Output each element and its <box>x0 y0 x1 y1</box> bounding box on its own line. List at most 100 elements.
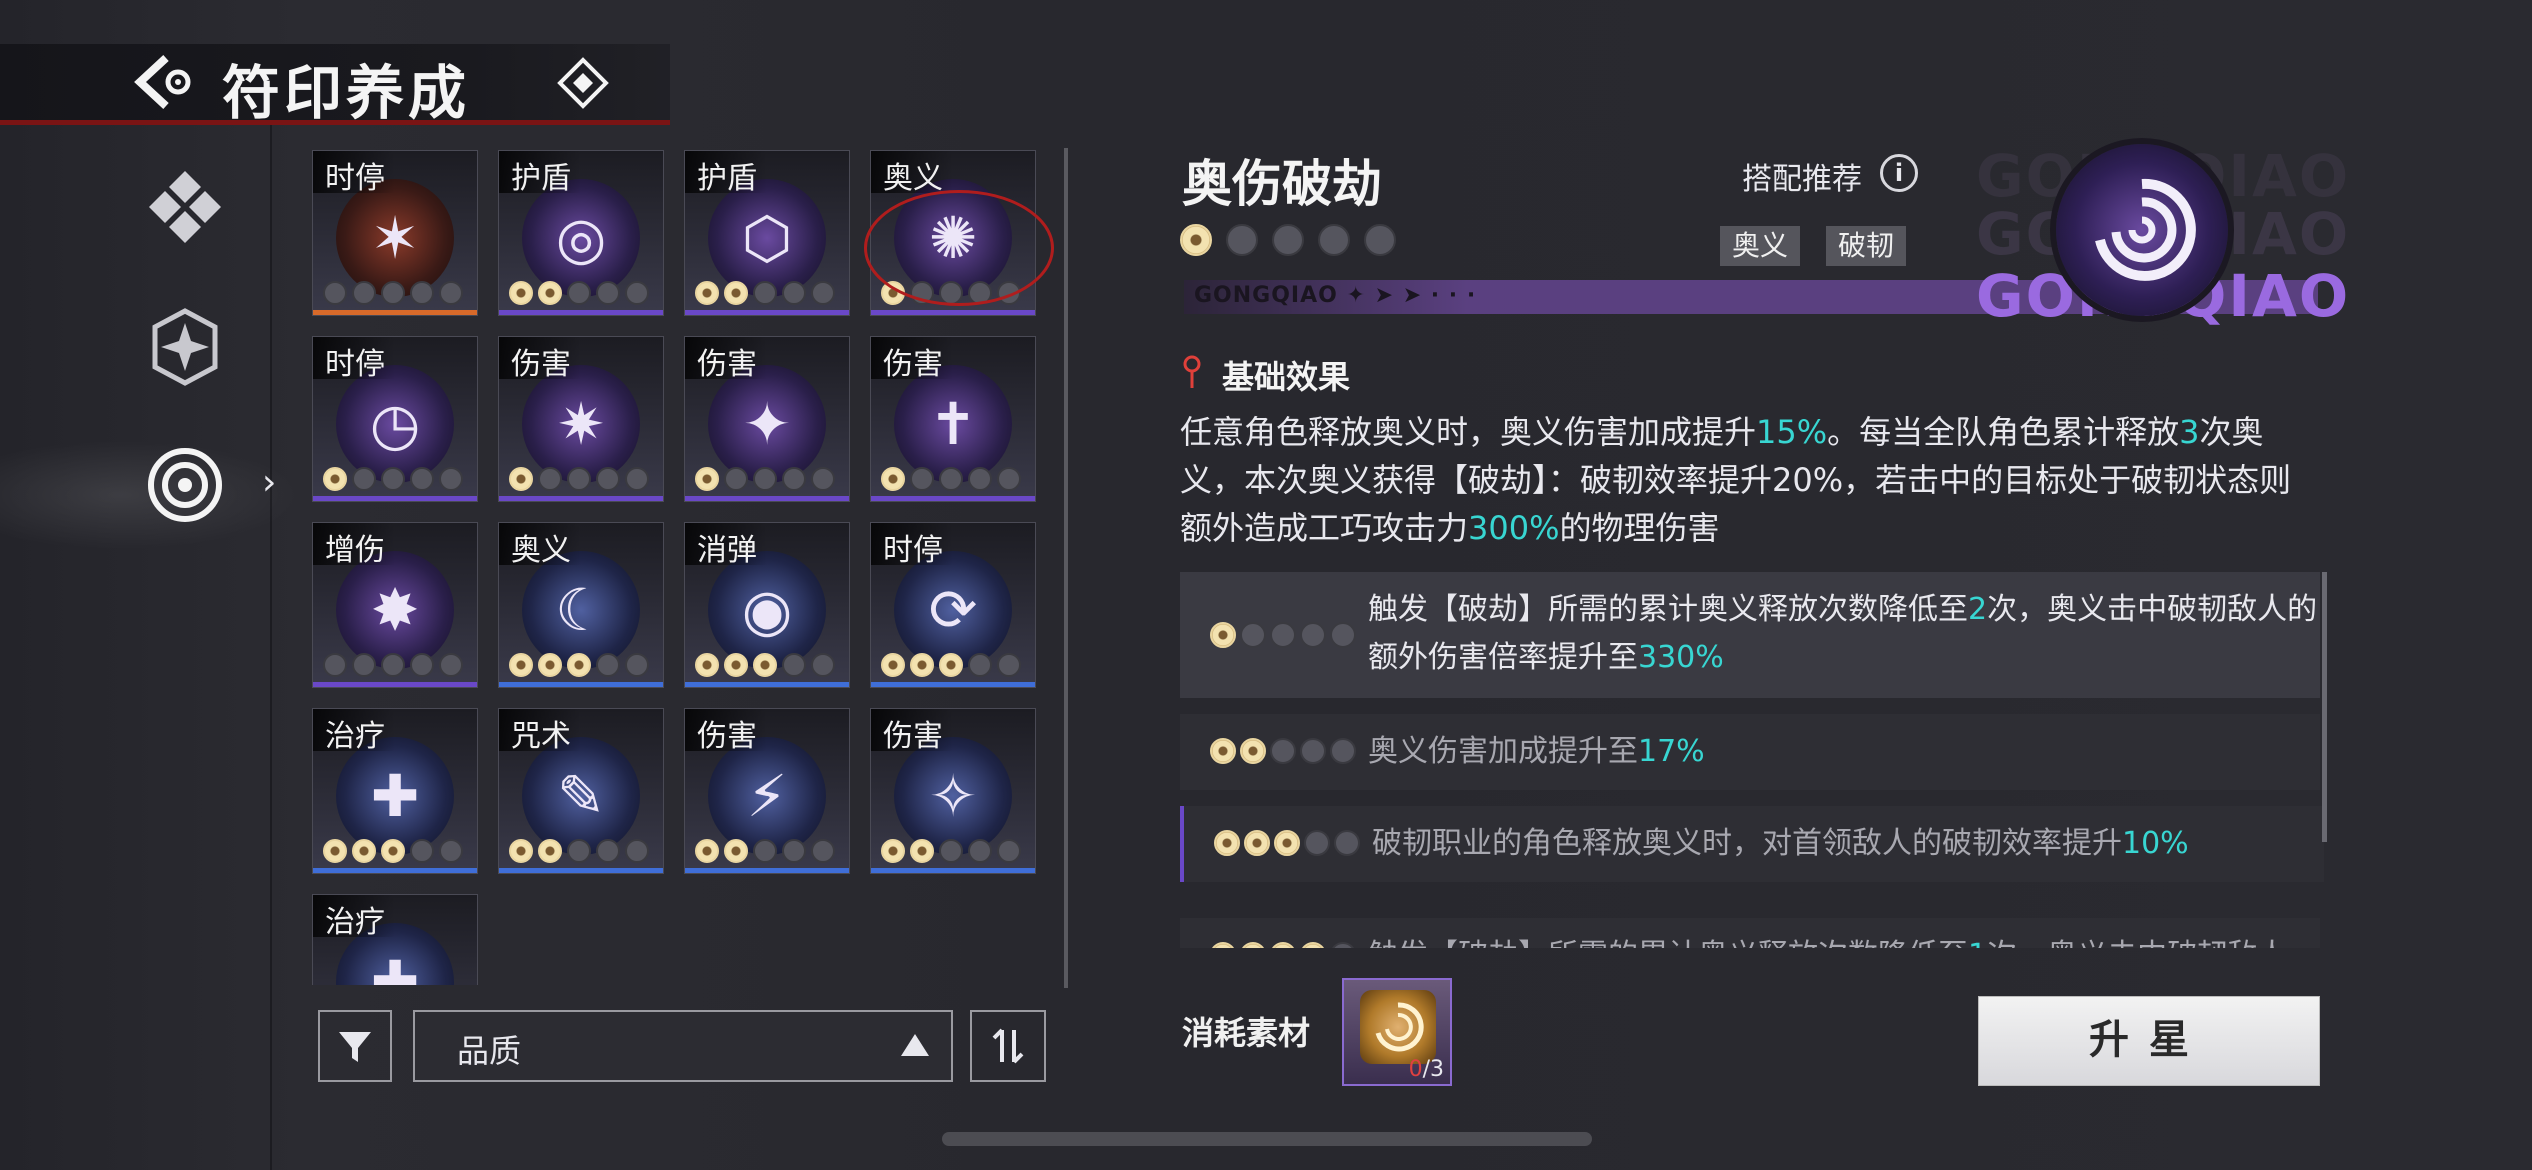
star-empty-icon <box>968 839 992 863</box>
rarity-bar <box>685 310 849 315</box>
star-empty-icon <box>410 467 434 491</box>
level-list[interactable]: 触发【破劫】所需的累计奥义释放次数降低至2次，奥义击中破韧敌人的额外伤害倍率提升… <box>1180 572 2324 948</box>
seal-icon: ◷ <box>336 365 454 483</box>
filter-button[interactable] <box>318 1010 392 1082</box>
star-filled-icon <box>538 653 562 677</box>
swirl-icon <box>1375 1002 1424 1052</box>
star-filled-icon <box>509 467 533 491</box>
seal-icon: ⬡ <box>708 179 826 297</box>
level-scrollbar[interactable] <box>2322 572 2327 842</box>
star-rating <box>509 653 649 677</box>
seal-card[interactable]: ◉ 消弹 <box>684 522 850 688</box>
seal-card[interactable]: ◎ 护盾 <box>498 150 664 316</box>
star-empty-icon <box>1272 224 1304 256</box>
sort-order-button[interactable] <box>970 1010 1046 1082</box>
seal-icon: ✝ <box>894 365 1012 483</box>
star-empty-icon <box>439 467 463 491</box>
star-empty-icon <box>753 467 777 491</box>
star-filled-icon <box>1214 830 1240 856</box>
star-empty-icon <box>410 653 434 677</box>
seal-card[interactable]: ✷ 伤害 <box>498 336 664 502</box>
compass-star-icon <box>152 308 218 386</box>
star-filled-icon <box>352 839 376 863</box>
star-filled-icon <box>881 839 905 863</box>
star-filled-icon <box>381 839 405 863</box>
seal-card[interactable]: ⟳ 时停 <box>870 522 1036 688</box>
info-icon[interactable]: i <box>1880 154 1918 192</box>
star-filled-icon <box>1240 942 1266 948</box>
seal-icon: ✶ <box>336 179 454 297</box>
seal-card[interactable]: ✎ 咒术 <box>498 708 664 874</box>
back-button[interactable] <box>128 52 198 112</box>
star-filled-icon <box>724 653 748 677</box>
star-empty-icon <box>567 467 591 491</box>
seal-card[interactable]: ✚ 治疗 <box>312 894 478 985</box>
seal-card[interactable]: ✧ 伤害 <box>870 708 1036 874</box>
seal-category: 伤害 <box>685 337 767 382</box>
star-empty-icon <box>939 839 963 863</box>
section-title: 基础效果 <box>1222 358 1351 396</box>
level-row: 奥义伤害加成提升至17% <box>1180 714 2320 790</box>
star-filled-icon <box>1210 622 1236 648</box>
back-icon <box>134 55 191 109</box>
star-rating <box>695 653 835 677</box>
star-filled-icon <box>695 653 719 677</box>
sort-arrows-icon <box>992 1028 1024 1064</box>
star-filled-icon <box>1270 942 1296 948</box>
seal-category: 护盾 <box>499 151 581 196</box>
star-empty-icon <box>410 839 434 863</box>
seal-category: 伤害 <box>685 709 767 754</box>
seal-card[interactable]: ✦ 伤害 <box>684 336 850 502</box>
star-filled-icon <box>323 839 347 863</box>
seal-icon: ✷ <box>522 365 640 483</box>
star-filled-icon <box>910 839 934 863</box>
upgrade-star-button[interactable]: 升星 <box>1978 996 2320 1086</box>
sort-dropdown[interactable]: 品质 <box>413 1010 953 1082</box>
seal-category: 护盾 <box>685 151 767 196</box>
star-empty-icon <box>997 839 1021 863</box>
star-empty-icon <box>1330 942 1356 948</box>
nav-item-seals[interactable] <box>140 440 230 530</box>
star-filled-icon <box>881 653 905 677</box>
seal-card[interactable]: ◷ 时停 <box>312 336 478 502</box>
star-empty-icon <box>1330 622 1356 648</box>
nav-item-compass[interactable] <box>140 302 230 392</box>
star-rating <box>509 467 649 491</box>
seal-card[interactable]: ⚡ 伤害 <box>684 708 850 874</box>
material-slot[interactable]: 0/3 <box>1342 978 1452 1086</box>
star-rating <box>509 281 649 305</box>
swirl-icon <box>2095 178 2196 281</box>
star-empty-icon <box>968 653 992 677</box>
seal-card[interactable]: ✚ 治疗 <box>312 708 478 874</box>
seal-card[interactable]: ✝ 伤害 <box>870 336 1036 502</box>
star-empty-icon <box>1364 224 1396 256</box>
grid-scrollbar[interactable] <box>1064 148 1068 988</box>
seal-card[interactable]: ⬡ 护盾 <box>684 150 850 316</box>
seal-card[interactable]: ☾ 奥义 <box>498 522 664 688</box>
star-filled-icon <box>910 653 934 677</box>
seal-card[interactable]: ✸ 增伤 <box>312 522 478 688</box>
help-button[interactable] <box>556 56 610 110</box>
star-empty-icon <box>939 467 963 491</box>
seal-category: 时停 <box>313 151 395 196</box>
rarity-bar <box>871 868 1035 873</box>
star-rating <box>1210 738 1356 764</box>
star-filled-icon <box>1244 830 1270 856</box>
material-icon <box>1360 990 1436 1064</box>
star-empty-icon <box>910 467 934 491</box>
star-filled-icon <box>724 839 748 863</box>
nav-item-fragments[interactable] <box>140 162 230 252</box>
star-rating <box>323 839 463 863</box>
seal-card[interactable]: ✶ 时停 <box>312 150 478 316</box>
level-effect-text: 触发【破劫】所需的累计奥义释放次数降低至2次，奥义击中破韧敌人的额外伤害倍率提升… <box>1368 592 2318 675</box>
star-empty-icon <box>811 653 835 677</box>
rarity-bar <box>871 310 1035 315</box>
level-effect-text: 破韧职业的角色释放奥义时，对首领敌人的破韧效率提升10% <box>1372 826 2189 861</box>
star-rating <box>695 281 835 305</box>
material-count: 0/3 <box>1408 1057 1444 1082</box>
star-empty-icon <box>782 653 806 677</box>
star-rating <box>695 467 835 491</box>
page-header: 符印养成 <box>0 44 670 127</box>
star-empty-icon <box>352 653 376 677</box>
home-indicator[interactable] <box>942 1132 1592 1146</box>
